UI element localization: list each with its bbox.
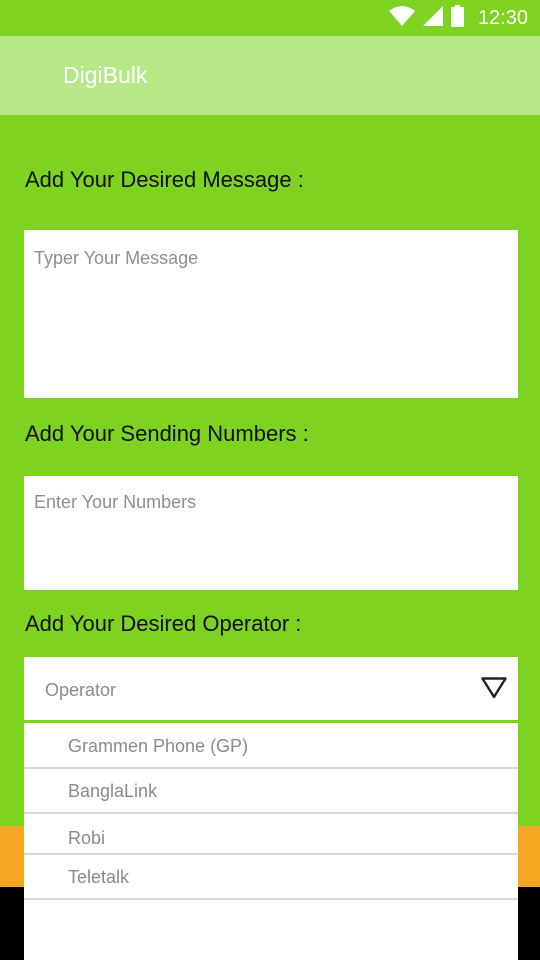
operator-option[interactable]: Robi	[24, 814, 518, 855]
cellular-signal-icon	[422, 5, 443, 31]
operator-option-list: Grammen Phone (GP) BanglaLink Robi Telet…	[24, 723, 518, 960]
option-label: Grammen Phone (GP)	[68, 736, 249, 756]
status-time: 12:30	[477, 6, 528, 29]
operator-option[interactable]: Teletalk	[24, 855, 518, 900]
operator-label: Add Your Desired Operator :	[25, 611, 302, 636]
status-icons: 12:30	[388, 4, 528, 32]
battery-icon	[450, 4, 464, 32]
message-box	[24, 230, 518, 398]
status-bar: 12:30	[0, 0, 540, 36]
dropdown-triangle-icon	[481, 677, 507, 704]
operator-option[interactable]: Grammen Phone (GP)	[24, 723, 518, 769]
operator-dropdown[interactable]: Operator	[24, 657, 518, 723]
operator-option[interactable]: BanglaLink	[24, 769, 518, 814]
numbers-input[interactable]	[24, 476, 518, 590]
numbers-box	[24, 476, 518, 590]
option-label: Teletalk	[68, 867, 130, 887]
message-input[interactable]	[24, 230, 518, 398]
app-bar: DigiBulk	[0, 36, 540, 115]
option-label: BanglaLink	[68, 781, 158, 801]
app-title: DigiBulk	[63, 62, 148, 88]
numbers-label: Add Your Sending Numbers :	[25, 421, 309, 446]
message-label: Add Your Desired Message :	[25, 167, 304, 192]
option-label: Robi	[68, 828, 106, 848]
operator-selected-value: Operator	[45, 680, 117, 700]
wifi-icon	[388, 5, 415, 31]
